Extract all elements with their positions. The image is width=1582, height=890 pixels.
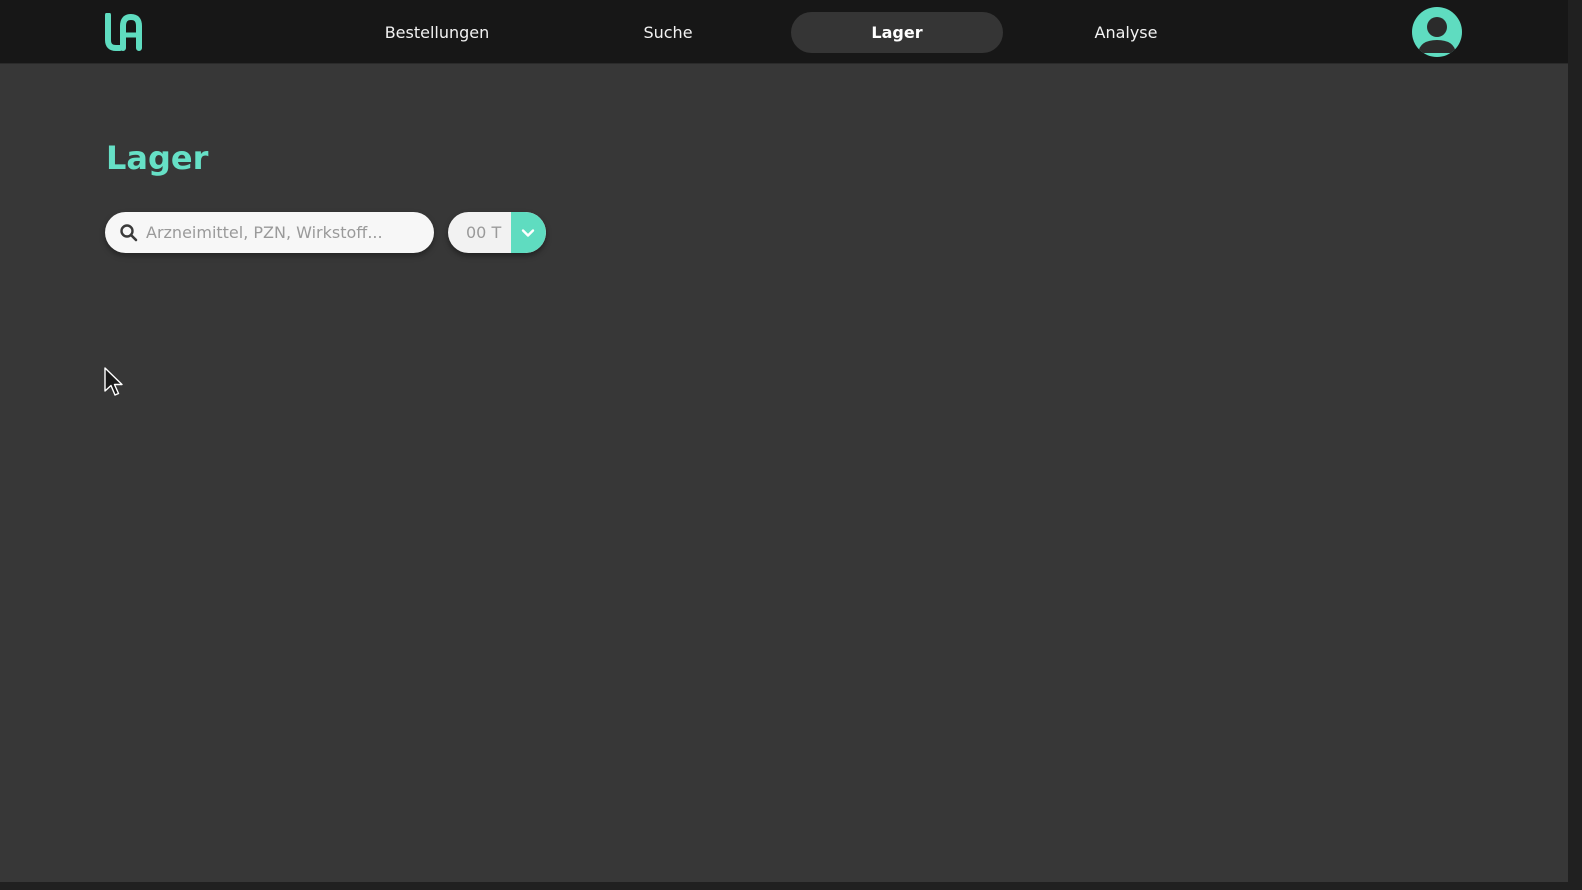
user-avatar-button[interactable] [1412,7,1462,57]
mouse-pointer-icon [104,367,123,396]
logo-icon[interactable] [104,13,142,51]
nav-tab-suche[interactable]: Suche [568,12,768,53]
user-icon [1418,17,1456,53]
chevron-down-icon [521,229,535,237]
search-field[interactable] [105,212,434,253]
range-selected-value: 00 T [466,223,502,242]
range-dropdown[interactable]: 00 T [448,212,546,253]
search-icon [120,224,138,242]
nav-tab-bestellungen[interactable]: Bestellungen [337,12,537,53]
top-navigation-bar: Bestellungen Suche Lager Analyse [0,0,1568,64]
nav-tab-lager[interactable]: Lager [791,12,1003,53]
page-title: Lager [106,139,209,177]
window-edge-bottom [0,882,1582,890]
range-dropdown-toggle[interactable] [511,212,546,253]
window-edge-right [1568,0,1582,890]
nav-tab-analyse[interactable]: Analyse [1026,12,1226,53]
app-window: Bestellungen Suche Lager Analyse Lager 0… [0,0,1568,882]
search-input[interactable] [146,212,416,253]
